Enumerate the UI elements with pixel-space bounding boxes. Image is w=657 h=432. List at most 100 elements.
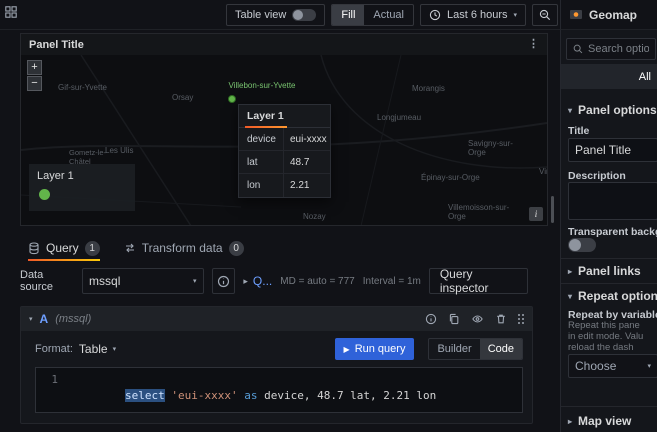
- query-options-collapse[interactable]: ▸ Q...: [243, 274, 272, 288]
- tooltip-layer-tab[interactable]: Layer 1: [239, 105, 330, 128]
- play-icon: ▶: [343, 344, 350, 354]
- tab-query-label: Query: [46, 241, 79, 255]
- repeat-variable-select[interactable]: Choose ▾: [568, 354, 657, 378]
- tooltip-key: lon: [247, 180, 261, 191]
- chevron-down-icon: ▾: [568, 291, 573, 301]
- section-panel-links[interactable]: ▸ Panel links: [561, 261, 657, 281]
- panel-title-input[interactable]: [568, 138, 657, 162]
- actual-button[interactable]: Actual: [364, 5, 413, 25]
- toggle-knob: [569, 239, 581, 251]
- repeat-variable-placeholder: Choose: [575, 359, 617, 373]
- map-zoom-out-button[interactable]: −: [27, 76, 42, 91]
- chevron-right-icon: ▸: [568, 266, 573, 276]
- drag-handle-icon[interactable]: [518, 314, 520, 316]
- sql-rest: device, 48.7 lat, 2.21 lon: [257, 389, 437, 402]
- panel-menu-icon[interactable]: ⋮: [528, 39, 539, 50]
- section-panel-options[interactable]: ▾ Panel options: [561, 100, 657, 120]
- tooltip-value: 2.21: [283, 174, 330, 197]
- collapse-chevron-icon[interactable]: ▾: [29, 316, 33, 323]
- format-label: Format:: [35, 343, 73, 355]
- query-row-editor: ▾ A (mssql) Format: Table ▾ ▶ Run query …: [20, 306, 533, 424]
- tooltip-row: lon 2.21: [239, 174, 330, 197]
- format-value: Table: [78, 342, 108, 356]
- table-view-switch[interactable]: [292, 9, 317, 21]
- builder-button[interactable]: Builder: [429, 339, 479, 359]
- table-view-label: Table view: [235, 9, 287, 21]
- main-scrollbar-thumb[interactable]: [551, 196, 554, 223]
- chevron-down-icon: ▾: [513, 11, 518, 19]
- database-icon: [28, 241, 40, 255]
- tooltip-key: device: [247, 133, 276, 145]
- map-tooltip: Layer 1 device eui-xxxx lat 48.7 lon 2.2…: [238, 104, 331, 198]
- panel-header: Panel Title ⋮: [21, 34, 547, 55]
- interval-text: Interval = 1m: [362, 275, 421, 287]
- geomap-panel: Panel Title ⋮ + − Gif-sur-Yvette Orsay V…: [20, 33, 548, 226]
- datasource-help-button[interactable]: [211, 268, 236, 294]
- tooltip-value: 48.7: [283, 151, 330, 173]
- options-pane: All ▾ Panel options Title Description Tr…: [560, 30, 657, 432]
- filter-all-pill[interactable]: All: [639, 71, 651, 83]
- tab-query[interactable]: Query 1: [28, 235, 100, 261]
- section-map-view[interactable]: ▸ Map view: [561, 411, 657, 431]
- map-attribution-button[interactable]: i: [529, 207, 543, 221]
- duplicate-query-icon[interactable]: [448, 313, 460, 325]
- format-select[interactable]: Table ▾: [79, 342, 116, 356]
- fill-button[interactable]: Fill: [332, 5, 365, 25]
- section-map-view-label: Map view: [578, 414, 632, 428]
- apps-grid-icon[interactable]: [5, 6, 17, 18]
- map-place-label: Longjumeau: [377, 113, 422, 122]
- panel-description-textarea[interactable]: [568, 182, 657, 220]
- query-inspector-button[interactable]: Query inspector: [428, 267, 528, 295]
- legend-layer-label: Layer 1: [37, 170, 74, 182]
- tab-transform-data[interactable]: Transform data 0: [124, 235, 244, 261]
- top-toolbar: Table view Fill Actual Last 6 hours ▾: [0, 0, 657, 30]
- editor-tabs: Query 1 Transform data 0: [28, 235, 244, 261]
- tooltip-row: device eui-xxxx: [239, 128, 330, 151]
- chevron-down-icon: ▾: [193, 277, 197, 285]
- search-icon: [573, 44, 583, 54]
- section-panel-links-label: Panel links: [578, 264, 641, 278]
- run-query-button[interactable]: ▶ Run query: [334, 338, 415, 360]
- divider: [561, 258, 657, 259]
- options-search-box[interactable]: [566, 38, 656, 60]
- query-row-header[interactable]: ▾ A (mssql): [21, 307, 532, 331]
- datasource-picker[interactable]: mssql ▾: [82, 268, 204, 294]
- repeat-description-line: Repeat this pane: [568, 320, 640, 331]
- sql-code-line[interactable]: select 'eui-xxxx' as device, 48.7 lat, 2…: [66, 368, 436, 412]
- query-datasource-hint: (mssql): [55, 313, 92, 325]
- options-pane-header: Geomap: [560, 0, 657, 30]
- code-button[interactable]: Code: [479, 339, 522, 359]
- map-place-label: Orsay: [172, 93, 194, 102]
- chevron-right-icon: ▸: [243, 275, 248, 286]
- time-range-picker[interactable]: Last 6 hours ▾: [420, 4, 527, 26]
- max-data-points-text: MD = auto = 777: [280, 275, 355, 287]
- map-data-point-marker[interactable]: [228, 95, 236, 103]
- panel-title: Panel Title: [29, 38, 84, 51]
- query-help-icon[interactable]: [425, 313, 437, 325]
- delete-query-icon[interactable]: [495, 313, 507, 325]
- map-place-label: Gif-sur-Yvette: [58, 83, 107, 92]
- transparent-background-toggle[interactable]: [568, 238, 596, 252]
- magnifier-minus-icon: [539, 9, 551, 21]
- query-toolbar: Data source mssql ▾ ▸ Q... MD = auto = 7…: [20, 267, 528, 295]
- hide-query-icon[interactable]: [471, 313, 484, 325]
- map-place-label: Épinay-sur-Orge: [421, 173, 480, 182]
- map-canvas[interactable]: + − Gif-sur-Yvette Orsay Villebon-sur-Yv…: [21, 55, 547, 225]
- map-place-label: Villebon-sur-Yvette: [228, 81, 296, 90]
- chevron-down-icon: ▾: [568, 105, 573, 115]
- description-field-label: Description: [568, 170, 626, 182]
- section-panel-options-label: Panel options: [578, 103, 657, 117]
- visualization-name: Geomap: [589, 7, 638, 22]
- zoom-out-time-button[interactable]: [532, 4, 559, 26]
- sql-code-editor[interactable]: 1 select 'eui-xxxx' as device, 48.7 lat,…: [35, 367, 523, 413]
- section-repeat-options[interactable]: ▾ Repeat options: [561, 286, 657, 306]
- toolbar-controls: Table view Fill Actual Last 6 hours ▾: [226, 4, 591, 26]
- options-search-input[interactable]: [588, 43, 649, 55]
- run-query-label: Run query: [354, 343, 406, 355]
- table-view-toggle[interactable]: Table view: [226, 4, 326, 26]
- query-count-badge: 1: [84, 240, 100, 256]
- tab-transform-label: Transform data: [141, 241, 223, 255]
- map-zoom-in-button[interactable]: +: [27, 60, 42, 75]
- chevron-down-icon: ▾: [647, 362, 651, 370]
- map-place-label: Morangis: [412, 84, 445, 93]
